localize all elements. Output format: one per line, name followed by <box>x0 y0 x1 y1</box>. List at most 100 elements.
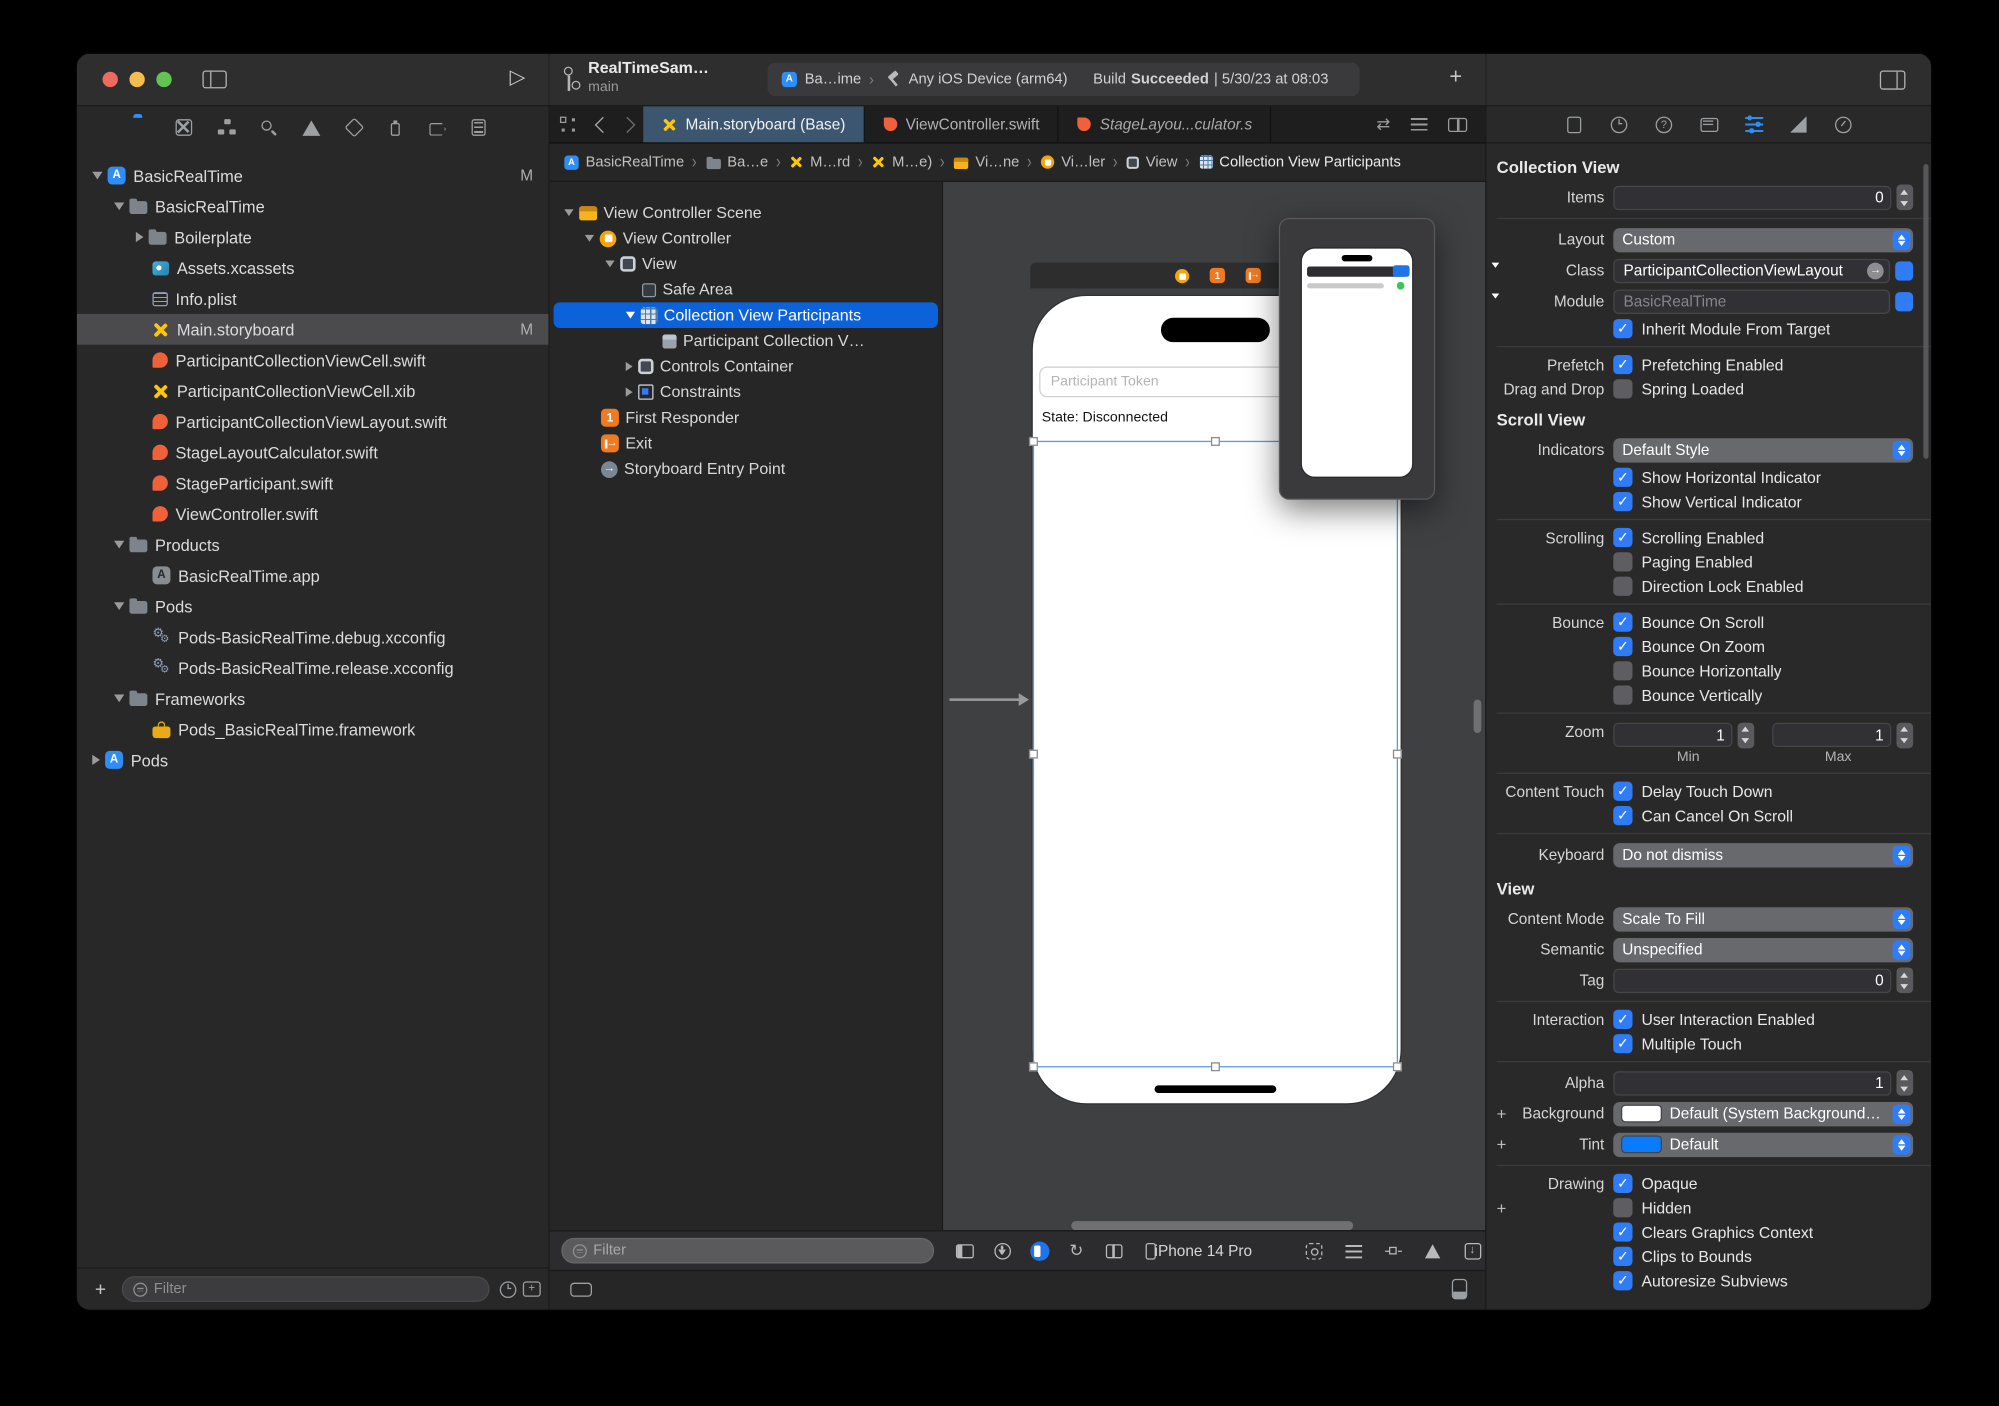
checkbox-delay-touch-down[interactable] <box>1613 781 1633 801</box>
zoom-fit-icon[interactable] <box>1303 1240 1324 1261</box>
checkbox-prefetching-enabled[interactable] <box>1613 354 1633 375</box>
navigator-item-pods[interactable]: Pods <box>77 744 549 775</box>
add-variation-button[interactable]: + <box>1497 1135 1507 1154</box>
related-items-icon[interactable]: ⇄ <box>1376 114 1390 135</box>
navigator-item-participantcollectionviewcell-xib[interactable]: ParticipantCollectionViewCell.xib <box>77 375 549 406</box>
checkbox-spring-loaded[interactable] <box>1613 379 1633 399</box>
toggle-navigator-icon[interactable] <box>202 70 227 89</box>
view-controller-dock-icon[interactable] <box>1175 268 1190 283</box>
outline-item-collection-view-participants[interactable]: Collection View Participants <box>553 302 938 329</box>
help-inspector-icon[interactable]: ? <box>1654 114 1675 135</box>
outline-item-storyboard-entry-point[interactable]: Storyboard Entry Point <box>554 456 938 482</box>
tint-color-popup[interactable]: Default <box>1613 1132 1914 1157</box>
selection-handle[interactable] <box>1210 436 1220 446</box>
checkbox-clips-to-bounds[interactable] <box>1613 1246 1633 1267</box>
recent-files-icon[interactable] <box>499 1280 517 1298</box>
combo-chevron-icon[interactable] <box>1895 260 1914 280</box>
back-button[interactable] <box>587 106 619 142</box>
navigator-item-products[interactable]: Products <box>77 529 549 560</box>
filter-scope-icon[interactable] <box>522 1281 541 1297</box>
symbol-navigator-icon[interactable] <box>217 117 239 138</box>
navigator-item-pods[interactable]: Pods <box>77 591 549 622</box>
toggle-outline-icon[interactable] <box>955 1240 976 1261</box>
navigator-item-main-storyboard[interactable]: Main.storyboard M <box>76 313 549 345</box>
stepper[interactable] <box>1896 184 1914 211</box>
disclosure-open[interactable] <box>114 694 125 703</box>
disclosure-open[interactable] <box>564 209 574 217</box>
stepper[interactable] <box>1896 967 1914 994</box>
adaptation-icon[interactable] <box>1103 1240 1124 1261</box>
connections-inspector-icon[interactable] <box>1833 114 1854 135</box>
navigator-filter-input[interactable]: Filter <box>121 1276 490 1302</box>
forward-button[interactable] <box>619 106 643 142</box>
storyboard-canvas[interactable]: Participant Token State: Disconnected <box>943 181 1486 1231</box>
add-file-button[interactable]: + <box>95 1278 106 1300</box>
disclosure-closed[interactable] <box>625 361 633 372</box>
selection-handle[interactable] <box>1028 1062 1038 1072</box>
navigator-item-stagelayoutcalculator-swift[interactable]: StageLayoutCalculator.swift <box>77 437 549 468</box>
add-variation-button[interactable]: + <box>1497 1104 1507 1123</box>
combo-chevron-icon[interactable] <box>1895 291 1914 311</box>
checkbox-paging-enabled[interactable] <box>1613 552 1633 572</box>
keyboard-popup[interactable]: Do not dismiss <box>1613 842 1914 867</box>
report-navigator-icon[interactable] <box>471 117 493 138</box>
navigator-item-basicrealtime-app[interactable]: BasicRealTime.app <box>77 560 549 591</box>
toggle-inspector-icon[interactable] <box>1879 70 1906 90</box>
disclosure-open[interactable] <box>584 234 595 242</box>
zoom-min-field[interactable]: 1 <box>1613 722 1733 748</box>
breadcrumb-ba-e[interactable]: Ba…e <box>704 154 768 170</box>
checkbox-clears-graphics-context[interactable] <box>1613 1222 1633 1242</box>
history-inspector-icon[interactable] <box>1609 114 1630 135</box>
tab-overview-button[interactable] <box>550 106 587 142</box>
content-mode-popup[interactable]: Scale To Fill <box>1613 906 1914 931</box>
zoom-window-button[interactable] <box>156 71 172 88</box>
close-window-button[interactable] <box>102 71 118 88</box>
breadcrumb-vi-ler[interactable]: Vi…ler <box>1039 154 1105 171</box>
checkbox-direction-lock-enabled[interactable] <box>1613 576 1633 596</box>
canvas-vertical-scrollbar[interactable] <box>1473 699 1482 733</box>
find-navigator-icon[interactable] <box>260 117 281 138</box>
size-inspector-icon[interactable] <box>1788 114 1809 135</box>
checkbox-hidden[interactable] <box>1613 1198 1633 1218</box>
navigator-item-basicrealtime[interactable]: BasicRealTimeM <box>77 160 549 191</box>
activity-view[interactable]: Ba…ime › Any iOS Device (arm64) Build Su… <box>767 62 1360 97</box>
checkbox-bounce-horizontally[interactable] <box>1613 661 1633 681</box>
disclosure-closed[interactable] <box>92 754 100 765</box>
background-color-popup[interactable]: Default (System Background… <box>1613 1101 1914 1126</box>
jump-to-class-icon[interactable] <box>1866 262 1884 279</box>
breakpoint-navigator-icon[interactable] <box>429 117 450 138</box>
project-navigator-icon[interactable] <box>133 117 154 138</box>
disclosure-closed[interactable] <box>135 231 144 243</box>
device-name[interactable]: iPhone 14 Pro <box>1155 1242 1252 1260</box>
scheme-name[interactable]: Ba…ime <box>805 72 862 87</box>
device-preview-window[interactable] <box>1278 217 1436 500</box>
disclosure-open[interactable] <box>114 602 125 610</box>
checkbox-show-horizontal-indicator[interactable] <box>1613 467 1633 487</box>
semantic-popup[interactable]: Unspecified <box>1613 937 1914 962</box>
disclosure-open[interactable] <box>114 540 125 549</box>
outline-item-view[interactable]: View <box>554 251 938 277</box>
disclosure-open[interactable] <box>625 311 636 319</box>
outline-item-constraints[interactable]: Constraints <box>554 379 938 405</box>
file-inspector-icon[interactable] <box>1564 114 1585 135</box>
add-variation-button[interactable]: + <box>1497 1198 1507 1217</box>
navigator-item-pods-basicrealtime-framework[interactable]: Pods_BasicRealTime.framework <box>77 714 549 745</box>
stepper[interactable] <box>1896 722 1914 748</box>
resolve-autolayout-icon[interactable] <box>1422 1240 1443 1261</box>
collection-view-selection[interactable] <box>1032 440 1399 1068</box>
device-bezels-toggle-icon[interactable] <box>570 1282 593 1297</box>
checkbox-show-vertical-indicator[interactable] <box>1613 492 1633 512</box>
outline-item-controls-container[interactable]: Controls Container <box>554 354 938 380</box>
navigator-item-basicrealtime[interactable]: BasicRealTime <box>77 191 549 222</box>
selection-handle[interactable] <box>1028 749 1038 759</box>
selection-handle[interactable] <box>1028 436 1038 446</box>
breadcrumb-collection-view-participants[interactable]: Collection View Participants <box>1198 154 1401 171</box>
tab-main-storyboard-base[interactable]: Main.storyboard (Base) <box>643 106 865 143</box>
navigator-item-boilerplate[interactable]: Boilerplate <box>77 222 549 253</box>
adjust-editor-options-icon[interactable] <box>1410 117 1428 131</box>
breadcrumb-view[interactable]: View <box>1125 154 1177 170</box>
items-field[interactable]: 0 <box>1613 185 1892 210</box>
navigator-item-info-plist[interactable]: Info.plist <box>77 283 549 314</box>
destination-name[interactable]: Any iOS Device (arm64) <box>909 72 1068 87</box>
canvas-horizontal-scrollbar[interactable] <box>1071 1221 1354 1231</box>
